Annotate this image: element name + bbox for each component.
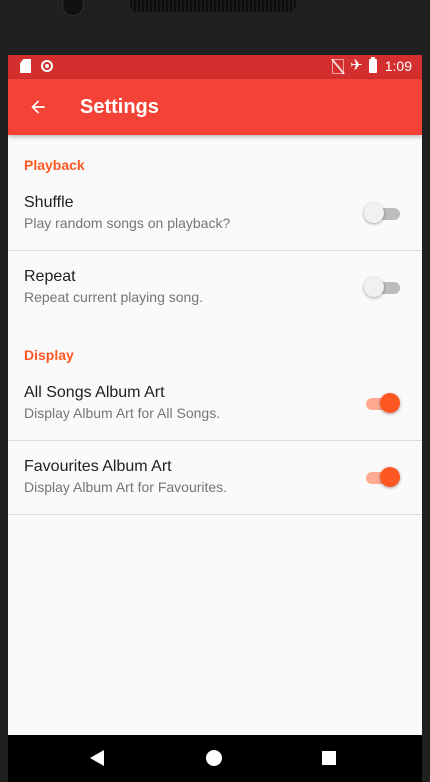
switch-thumb: [380, 467, 400, 487]
shuffle-switch[interactable]: [364, 203, 400, 224]
sd-card-icon: [20, 59, 31, 73]
record-icon: [41, 60, 53, 72]
pref-title: Shuffle: [24, 194, 74, 211]
status-bar: ✈ 1:09: [8, 55, 422, 79]
switch-thumb: [380, 393, 400, 413]
category-display-header: Display: [24, 347, 74, 363]
status-right-icons: ✈ 1:09: [332, 57, 412, 74]
settings-list: Playback Shuffle Play random songs on pl…: [8, 135, 422, 515]
app-bar: Settings: [8, 79, 422, 135]
status-left-icons: [20, 59, 53, 73]
nav-home-icon[interactable]: [206, 750, 222, 766]
pref-summary: Display Album Art for Favourites.: [24, 479, 228, 495]
navigation-bar: [8, 735, 422, 782]
pref-summary: Play random songs on playback?: [24, 215, 231, 231]
switch-thumb: [364, 203, 384, 223]
pref-title: All Songs Album Art: [24, 384, 165, 401]
category-playback-header: Playback: [24, 157, 85, 173]
airplane-mode-icon: ✈: [350, 57, 363, 74]
switch-thumb: [364, 277, 384, 297]
pref-all-songs-album-art[interactable]: All Songs Album Art Display Album Art fo…: [8, 367, 422, 441]
device-frame: ✈ 1:09 Settings Playback Shuffle Play ra…: [0, 0, 430, 782]
all-songs-album-art-switch[interactable]: [366, 393, 400, 414]
pref-title: Favourites Album Art: [24, 458, 172, 475]
page-title: Settings: [80, 96, 159, 118]
pref-favourites-album-art[interactable]: Favourites Album Art Display Album Art f…: [8, 441, 422, 515]
pref-title: Repeat: [24, 268, 76, 285]
back-button[interactable]: [22, 91, 54, 123]
pref-summary: Repeat current playing song.: [24, 289, 203, 305]
repeat-switch[interactable]: [364, 277, 400, 298]
earpiece-speaker: [130, 0, 296, 12]
screen: ✈ 1:09 Settings Playback Shuffle Play ra…: [8, 55, 422, 782]
favourites-album-art-switch[interactable]: [366, 467, 400, 488]
status-clock: 1:09: [384, 58, 412, 74]
arrow-back-icon: [31, 100, 45, 114]
pref-summary: Display Album Art for All Songs.: [24, 405, 221, 421]
pref-shuffle[interactable]: Shuffle Play random songs on playback?: [8, 177, 422, 251]
nav-back-icon[interactable]: [90, 750, 104, 766]
battery-icon: [368, 57, 377, 73]
no-sim-icon: [332, 58, 345, 74]
nav-recents-icon[interactable]: [322, 751, 336, 765]
pref-repeat[interactable]: Repeat Repeat current playing song.: [8, 251, 422, 325]
front-camera: [62, 0, 84, 16]
